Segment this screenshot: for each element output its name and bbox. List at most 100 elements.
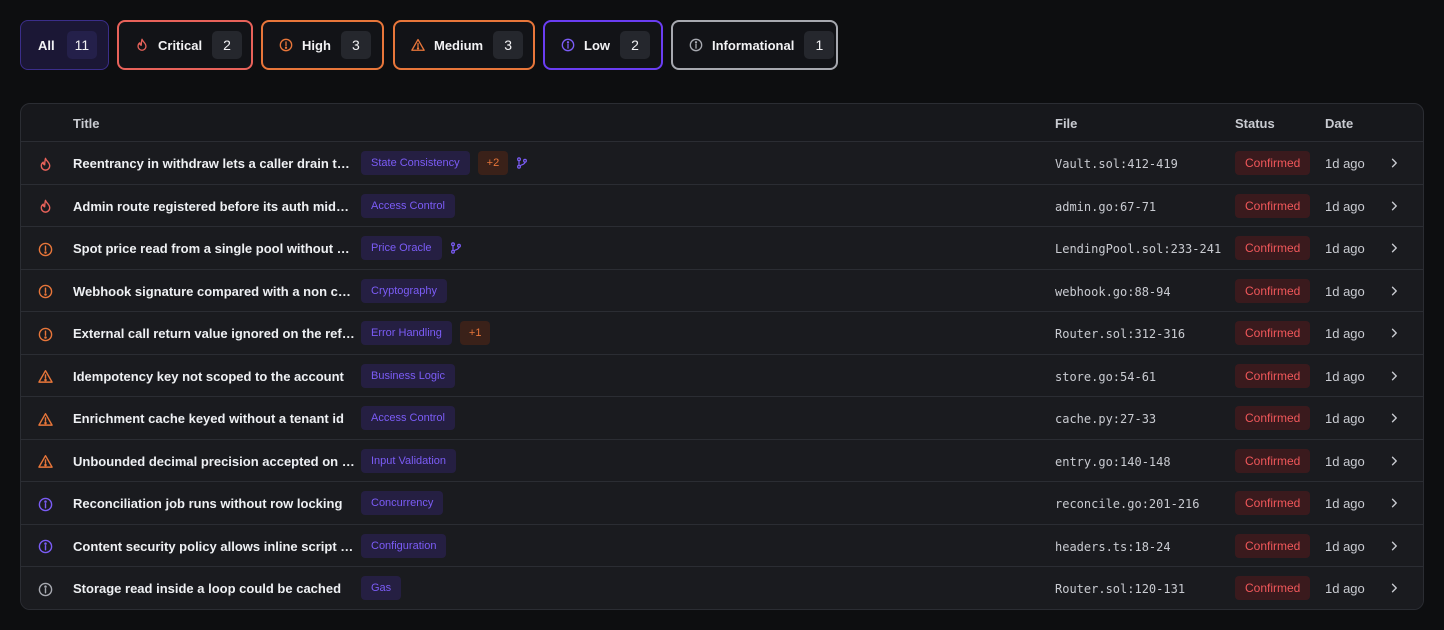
finding-title: External call return value ignored on th… [73, 326, 355, 341]
table-row[interactable]: Webhook signature compared with a non co… [21, 269, 1423, 312]
category-tag: Access Control [361, 406, 455, 430]
filter-label: All [38, 37, 55, 53]
category-tag: Input Validation [361, 448, 457, 473]
filter-low[interactable]: Low 2 [543, 20, 663, 70]
finding-date: 1d ago [1325, 198, 1365, 214]
filter-label: Critical [158, 37, 203, 53]
category-tag: State Consistency [361, 151, 470, 175]
finding-date: 1d ago [1325, 496, 1365, 511]
finding-title: Idempotency key not scoped to the accoun… [73, 368, 344, 384]
table-row[interactable]: Admin route registered before its auth m… [21, 184, 1423, 227]
file-location: store.go:54-61 [1055, 369, 1157, 384]
filter-count: 3 [493, 31, 524, 59]
status-badge: Confirmed [1235, 576, 1311, 600]
finding-title: Enrichment cache keyed without a tenant … [73, 411, 344, 426]
table-row[interactable]: Reconciliation job runs without row lock… [21, 482, 1423, 525]
file-location: Router.sol:312-316 [1055, 327, 1186, 341]
extra-tags-badge[interactable]: +1 [459, 321, 491, 345]
category-tag: Concurrency [361, 491, 444, 515]
filter-count: 1 [804, 31, 835, 59]
finding-title: Reconciliation job runs without row lock… [73, 496, 343, 511]
header-title: Title [73, 116, 100, 131]
findings-table: Title File Status Date Reentrancy in wit… [20, 103, 1424, 610]
git-branch-icon [450, 241, 464, 255]
chevron-right-icon[interactable] [1387, 156, 1401, 170]
file-location: Vault.sol:412-419 [1055, 157, 1178, 171]
header-status: Status [1235, 116, 1275, 131]
flame-icon [37, 156, 53, 172]
category-tag: Price Oracle [361, 236, 442, 260]
chevron-right-icon[interactable] [1387, 454, 1401, 468]
status-badge: Confirmed [1235, 406, 1311, 430]
status-badge: Confirmed [1235, 151, 1311, 175]
status-badge: Confirmed [1235, 193, 1311, 218]
finding-title: Spot price read from a single pool witho… [73, 241, 355, 256]
tag-group: Business Logic [361, 363, 455, 388]
finding-title: Webhook signature compared with a non co… [73, 283, 355, 299]
status-badge: Confirmed [1235, 278, 1311, 303]
tag-group: Error Handling +1 [361, 321, 491, 345]
status-badge: Confirmed [1235, 236, 1311, 260]
filter-medium[interactable]: Medium 3 [393, 20, 535, 70]
file-location: reconcile.go:201-216 [1055, 497, 1200, 511]
finding-title: Unbounded decimal precision accepted on … [73, 453, 355, 469]
filter-high[interactable]: High 3 [261, 20, 384, 70]
file-location: webhook.go:88-94 [1055, 284, 1171, 299]
filter-critical[interactable]: Critical 2 [117, 20, 253, 70]
chevron-right-icon[interactable] [1387, 326, 1401, 340]
status-badge: Confirmed [1235, 533, 1311, 558]
table-row[interactable]: External call return value ignored on th… [21, 312, 1423, 355]
git-branch-icon [516, 156, 530, 170]
header-file: File [1055, 116, 1078, 131]
tag-group: Configuration [361, 533, 447, 558]
table-row[interactable]: Enrichment cache keyed without a tenant … [21, 397, 1423, 440]
file-location: cache.py:27-33 [1055, 412, 1157, 426]
filter-label: Informational [712, 37, 795, 53]
chevron-right-icon[interactable] [1387, 199, 1401, 213]
filter-informational[interactable]: Informational 1 [671, 20, 838, 70]
table-row[interactable]: Idempotency key not scoped to the accoun… [21, 354, 1423, 397]
table-row[interactable]: Spot price read from a single pool witho… [21, 227, 1423, 270]
category-tag: Gas [361, 576, 402, 600]
chevron-right-icon[interactable] [1387, 411, 1401, 425]
chevron-right-icon[interactable] [1387, 284, 1401, 298]
alert-circle-icon [37, 284, 53, 300]
table-row[interactable]: Storage read inside a loop could be cach… [21, 567, 1423, 609]
tag-group: Input Validation [361, 448, 457, 473]
filter-all[interactable]: All 11 [20, 20, 109, 70]
category-tag: Business Logic [361, 363, 455, 388]
finding-date: 1d ago [1325, 283, 1365, 299]
chevron-right-icon[interactable] [1387, 539, 1401, 553]
tag-group: Access Control [361, 193, 455, 218]
warning-triangle-icon [411, 38, 425, 52]
table-row[interactable]: Content security policy allows inline sc… [21, 524, 1423, 567]
extra-tags-badge[interactable]: +2 [477, 151, 509, 175]
alert-circle-icon [37, 241, 53, 257]
chevron-right-icon[interactable] [1387, 581, 1401, 595]
info-circle-icon [37, 496, 53, 512]
filter-count: 2 [620, 31, 650, 59]
status-badge: Confirmed [1235, 448, 1311, 473]
alert-circle-icon [279, 38, 293, 52]
chevron-right-icon[interactable] [1387, 241, 1401, 255]
file-location: entry.go:140-148 [1055, 454, 1171, 469]
finding-title: Content security policy allows inline sc… [73, 538, 355, 554]
file-location: Router.sol:120-131 [1055, 582, 1186, 596]
info-circle-icon [561, 38, 575, 52]
warning-triangle-icon [37, 454, 53, 470]
chevron-right-icon[interactable] [1387, 496, 1401, 510]
table-row[interactable]: Unbounded decimal precision accepted on … [21, 439, 1423, 482]
header-date: Date [1325, 116, 1354, 131]
tag-group: Concurrency [361, 491, 444, 515]
finding-title: Storage read inside a loop could be cach… [73, 581, 342, 596]
info-circle-icon [689, 38, 703, 52]
tag-group: Price Oracle [361, 236, 464, 260]
filter-count: 3 [340, 31, 371, 59]
status-badge: Confirmed [1235, 491, 1311, 515]
file-location: headers.ts:18-24 [1055, 539, 1171, 554]
info-circle-icon [37, 581, 53, 597]
chevron-right-icon[interactable] [1387, 369, 1401, 383]
tag-group: Access Control [361, 406, 455, 430]
table-row[interactable]: Reentrancy in withdraw lets a caller dra… [21, 142, 1423, 185]
finding-date: 1d ago [1325, 368, 1365, 384]
